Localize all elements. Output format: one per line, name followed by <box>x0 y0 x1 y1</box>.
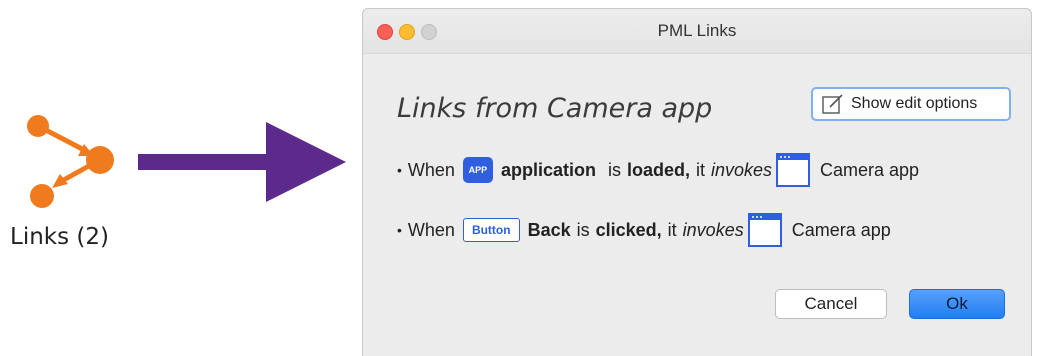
links-caption: Links (2) <box>10 224 109 250</box>
show-edit-options-button[interactable]: Show edit options <box>811 87 1011 121</box>
button-badge: Button <box>462 218 520 242</box>
ok-button[interactable]: Ok <box>909 289 1005 319</box>
bullet: • <box>397 162 402 178</box>
dialog-heading: Links from Camera app <box>397 93 713 124</box>
title-bar: PML Links <box>363 9 1031 54</box>
rule-target[interactable]: Camera app <box>820 160 919 181</box>
screen-icon <box>747 213 782 247</box>
edit-icon <box>822 94 843 114</box>
rule-element[interactable]: Back <box>528 220 571 241</box>
screen-icon <box>776 153 810 187</box>
rule-verb: invokes <box>682 219 744 240</box>
app-badge: APP <box>462 157 493 183</box>
rule-is: is <box>576 219 590 240</box>
links-icon[interactable] <box>20 112 130 214</box>
show-edit-options-label: Show edit options <box>851 95 978 112</box>
rule-action: loaded, <box>626 159 690 180</box>
rule-it: it <box>695 159 705 180</box>
rule-it: it <box>667 219 677 240</box>
rule-verb: invokes <box>710 159 772 180</box>
pml-links-dialog: PML Links Links from Camera app Show edi… <box>362 8 1032 356</box>
window-title: PML Links <box>657 21 737 40</box>
rule-is: is <box>607 159 621 180</box>
link-rule: • When APP application is loaded, it inv… <box>397 150 919 190</box>
right-arrow-icon <box>138 122 346 202</box>
rule-element[interactable]: application <box>501 160 596 181</box>
bullet: • <box>397 222 402 238</box>
rule-prefix: When <box>407 219 455 240</box>
rule-prefix: When <box>407 159 455 180</box>
link-rule: • When Button Back is clicked, it invoke… <box>397 210 891 250</box>
rule-action: clicked, <box>595 219 662 240</box>
cancel-button[interactable]: Cancel <box>775 289 887 319</box>
rule-target[interactable]: Camera app <box>792 220 891 241</box>
